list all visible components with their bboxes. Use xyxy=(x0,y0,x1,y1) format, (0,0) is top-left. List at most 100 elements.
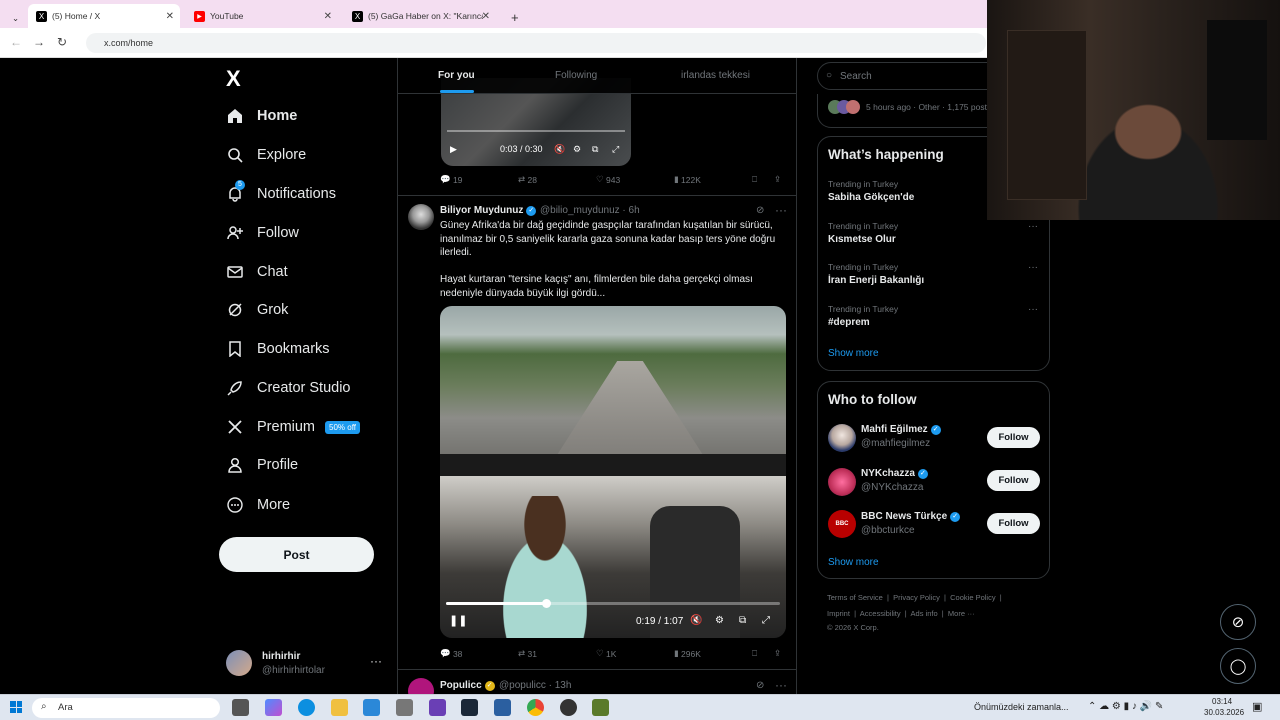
share-icon[interactable]: ⇪ xyxy=(774,648,781,659)
follow-button[interactable]: Follow xyxy=(987,513,1040,534)
forward-icon[interactable]: → xyxy=(33,35,45,49)
reply-button[interactable]: 💬 38 xyxy=(440,648,462,659)
sidebar-item-explore[interactable]: Explore xyxy=(226,141,306,169)
close-tab-icon[interactable]: ✕ xyxy=(166,11,174,22)
footer-link[interactable]: Terms of Service xyxy=(827,593,883,602)
close-tab-icon[interactable]: ✕ xyxy=(482,11,490,22)
more-dots-icon[interactable]: ··· xyxy=(1028,221,1038,232)
taskbar-search[interactable]: ⌕ Ara xyxy=(32,698,220,718)
taskbar-date[interactable]: 30.03.2026 xyxy=(1204,708,1244,717)
windows-start-icon[interactable] xyxy=(10,701,22,713)
tweet-author-name[interactable]: Biliyor Muydunuz ✓ xyxy=(440,205,537,216)
chat-fab-icon[interactable]: ◯ xyxy=(1220,648,1256,684)
file-explorer-icon[interactable] xyxy=(331,699,348,716)
url-field[interactable]: x.com/home xyxy=(86,33,986,53)
tweet-author-name[interactable]: Populicc ✓ xyxy=(440,680,495,691)
steam-icon[interactable] xyxy=(461,699,478,716)
settings-icon[interactable]: ⚙ xyxy=(573,144,581,155)
copilot-icon[interactable] xyxy=(265,699,282,716)
grok-icon[interactable]: ⊘ xyxy=(756,205,764,216)
video-progress-bar[interactable] xyxy=(446,599,780,608)
notification-center-icon[interactable]: ▣ xyxy=(1252,700,1262,713)
app-icon[interactable] xyxy=(560,699,577,716)
browser-tab-gaga[interactable]: X (5) GaGa Haber on X: "Karıncala ✕ xyxy=(344,4,496,28)
task-view-icon[interactable] xyxy=(232,699,249,716)
app-icon[interactable] xyxy=(592,699,609,716)
chrome-icon[interactable] xyxy=(527,699,544,716)
post-button[interactable]: Post xyxy=(219,537,374,572)
pip-icon[interactable]: ⧉ xyxy=(592,144,598,155)
app-icon[interactable] xyxy=(429,699,446,716)
app-icon[interactable] xyxy=(396,699,413,716)
tab-for-you[interactable]: For you xyxy=(438,70,475,81)
show-more-link[interactable]: Show more xyxy=(828,557,879,568)
close-tab-icon[interactable]: ✕ xyxy=(324,11,332,22)
app-icon[interactable] xyxy=(494,699,511,716)
pause-icon[interactable]: ❚❚ xyxy=(449,614,467,627)
follow-suggestion-name[interactable]: NYKchazza ✓ xyxy=(861,468,928,479)
sidebar-item-home[interactable]: Home xyxy=(226,102,297,130)
share-icon[interactable]: ⇪ xyxy=(774,174,781,185)
sidebar-item-grok[interactable]: Grok xyxy=(226,296,288,324)
video-player[interactable]: ❚❚ 0:19 / 1:07 🔇 ⚙ ⧉ ⤢ xyxy=(440,306,786,638)
reload-icon[interactable]: ↻ xyxy=(57,35,67,49)
edge-icon[interactable] xyxy=(298,699,315,716)
bookmark-icon[interactable]: ⎕ xyxy=(752,648,757,659)
mute-icon[interactable]: 🔇 xyxy=(690,615,702,626)
pip-icon[interactable]: ⧉ xyxy=(739,615,746,626)
views-button[interactable]: ▮ 296K xyxy=(674,648,701,659)
footer-link[interactable]: Imprint xyxy=(827,609,850,618)
follow-suggestion-name[interactable]: BBC News Türkçe ✓ xyxy=(861,511,961,522)
sidebar-item-creator-studio[interactable]: Creator Studio xyxy=(226,374,351,402)
weather-widget[interactable]: Önümüzdeki zamanla... xyxy=(974,702,1069,712)
avatar[interactable] xyxy=(408,678,434,694)
footer-link[interactable]: Accessibility xyxy=(860,609,901,618)
avatar[interactable]: BBC xyxy=(828,510,856,538)
tab-following[interactable]: Following xyxy=(555,70,597,81)
views-button[interactable]: ▮ 122K xyxy=(674,174,701,185)
sidebar-item-profile[interactable]: Profile xyxy=(226,451,298,479)
system-tray-icons[interactable]: ⌃ ☁ ⚙ ▮ ♪ 🔊 ✎ xyxy=(1088,701,1163,712)
play-icon[interactable]: ▶ xyxy=(450,144,457,155)
more-dots-icon[interactable]: ··· xyxy=(775,203,787,217)
new-tab-button[interactable]: + xyxy=(503,5,527,29)
settings-icon[interactable]: ⚙ xyxy=(715,615,724,626)
like-button[interactable]: ♡ 943 xyxy=(596,174,620,185)
back-icon[interactable]: ← xyxy=(10,35,22,49)
follow-suggestion-name[interactable]: Mahfi Eğilmez ✓ xyxy=(861,424,941,435)
tab-list-button[interactable]: ⌄ xyxy=(4,6,27,30)
x-logo-icon[interactable]: X xyxy=(226,66,241,92)
avatar[interactable] xyxy=(828,468,856,496)
footer-link[interactable]: Cookie Policy xyxy=(950,593,995,602)
follow-button[interactable]: Follow xyxy=(987,427,1040,448)
show-more-link[interactable]: Show more xyxy=(828,348,879,359)
grok-fab-icon[interactable]: ⊘ xyxy=(1220,604,1256,640)
follow-button[interactable]: Follow xyxy=(987,470,1040,491)
fullscreen-icon[interactable]: ⤢ xyxy=(762,615,770,626)
avatar[interactable] xyxy=(408,204,434,230)
sidebar-item-notifications[interactable]: 5 Notifications xyxy=(226,180,336,208)
video-progress-bar[interactable] xyxy=(447,130,625,132)
footer-link[interactable]: Ads info xyxy=(911,609,938,618)
mute-icon[interactable]: 🔇 xyxy=(554,144,565,155)
more-dots-icon[interactable]: ··· xyxy=(1028,304,1038,315)
bookmark-icon[interactable]: ⎕ xyxy=(752,174,757,185)
more-dots-icon[interactable]: ··· xyxy=(1028,262,1038,273)
grok-icon[interactable]: ⊘ xyxy=(756,680,764,691)
taskbar-clock[interactable]: 03:14 xyxy=(1212,697,1232,706)
fullscreen-icon[interactable]: ⤢ xyxy=(612,144,619,155)
more-dots-icon[interactable]: ··· xyxy=(370,654,382,668)
avatar[interactable] xyxy=(828,424,856,452)
sidebar-item-chat[interactable]: Chat xyxy=(226,258,288,286)
like-button[interactable]: ♡ 1K xyxy=(596,648,616,659)
more-dots-icon[interactable]: ··· xyxy=(775,678,787,692)
tab-irlandas-tekkesi[interactable]: irlandas tekkesi xyxy=(681,70,750,81)
repost-button[interactable]: ⇄ 31 xyxy=(518,648,537,659)
reply-button[interactable]: 💬 19 xyxy=(440,174,462,185)
browser-tab-home[interactable]: X (5) Home / X ✕ xyxy=(28,4,180,28)
account-switcher[interactable]: hirhirhir @hirhirhirtolar ··· xyxy=(226,648,386,682)
sidebar-item-premium[interactable]: Premium 50% off xyxy=(226,413,360,441)
sidebar-item-follow[interactable]: Follow xyxy=(226,219,299,247)
sidebar-item-bookmarks[interactable]: Bookmarks xyxy=(226,335,330,363)
footer-link[interactable]: Privacy Policy xyxy=(893,593,940,602)
